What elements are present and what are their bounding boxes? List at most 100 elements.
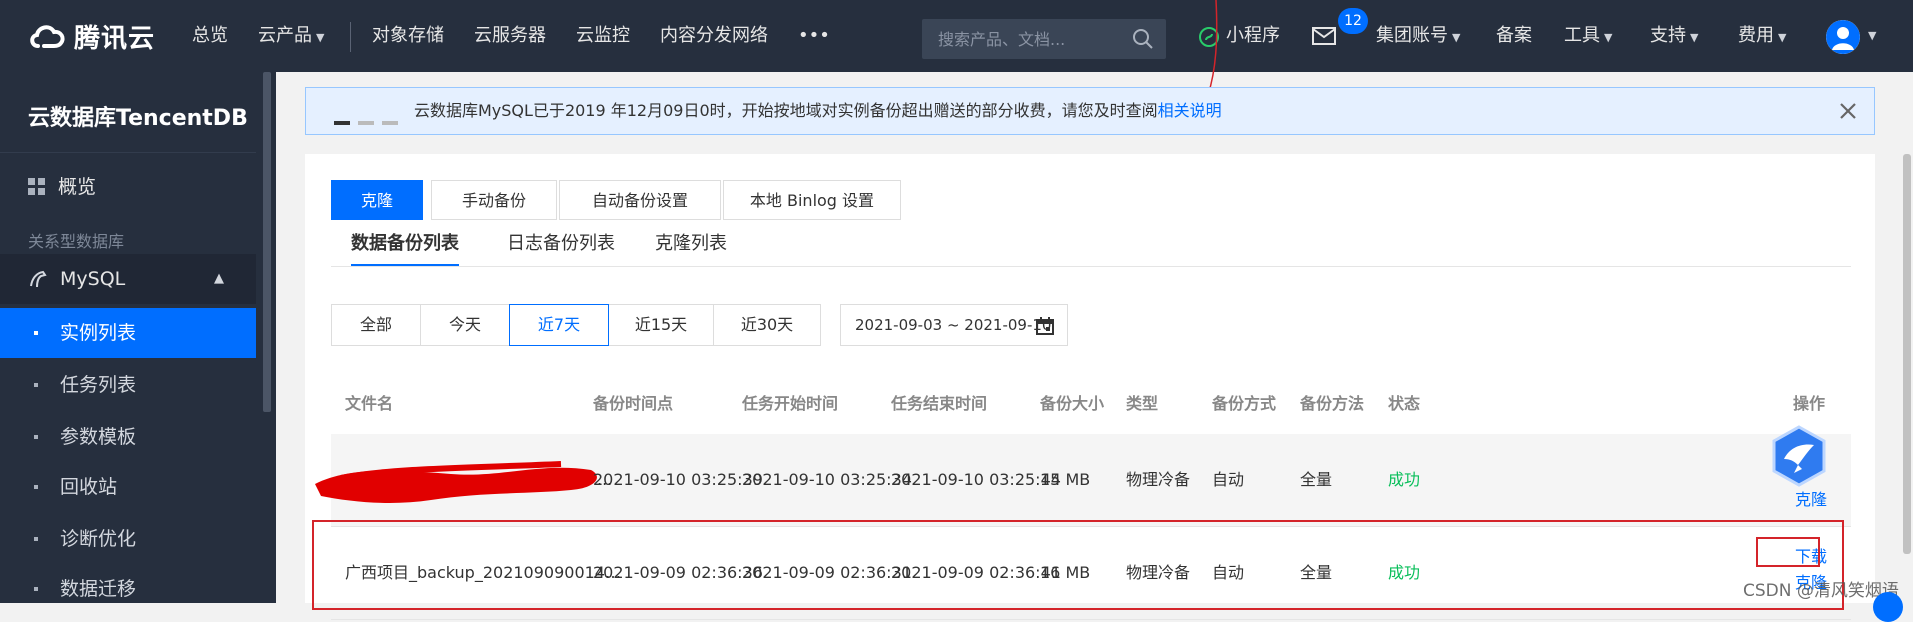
column-header: 备份时间点 xyxy=(593,394,674,413)
tencent-cloud-logo[interactable]: 腾讯云 xyxy=(28,14,155,58)
top-navigation: 腾讯云 总览 云产品 ▼ 对象存储 云服务器 云监控 内容分发网络 ••• 小程序… xyxy=(0,0,1913,72)
mail-icon[interactable] xyxy=(1312,26,1336,46)
search-input[interactable] xyxy=(922,19,1138,59)
redaction-scribble xyxy=(315,461,597,503)
nav-support[interactable]: 支持 ▼ xyxy=(1650,0,1698,72)
caret-down-icon: ▼ xyxy=(1604,31,1613,44)
brand-name: 腾讯云 xyxy=(74,23,156,54)
search-box xyxy=(922,19,1166,59)
bullet-icon xyxy=(34,331,38,335)
column-header: 备份方式 xyxy=(1212,394,1277,413)
filter-7-days[interactable]: 近7天 xyxy=(509,304,609,346)
sidebar-scrollbar[interactable] xyxy=(263,72,271,412)
date-range-value: 2021-09-03 ~ 2021-09-10 xyxy=(855,316,1052,334)
sidebar-item-label: 数据迁移 xyxy=(60,578,137,600)
table-header: 文件名 备份时间点 任务开始时间 任务结束时间 备份大小 类型 备份方式 备份方… xyxy=(331,374,1851,435)
nav-icp[interactable]: 备案 xyxy=(1496,0,1532,72)
type-cell: 物理冷备 xyxy=(1126,563,1191,582)
nav-group-account[interactable]: 集团账号 ▼ xyxy=(1376,0,1460,72)
type-cell: 物理冷备 xyxy=(1126,470,1191,489)
bullet-icon xyxy=(34,587,38,591)
carousel-indicator[interactable] xyxy=(334,110,406,129)
notice-text: 云数据库MySQL已于2019 年12月09日0时，开始按地域对实例备份超出赠送… xyxy=(414,88,1222,134)
manual-backup-button[interactable]: 手动备份 xyxy=(431,180,557,220)
filter-15-days[interactable]: 近15天 xyxy=(608,304,714,346)
auto-backup-settings-button[interactable]: 自动备份设置 xyxy=(559,180,721,220)
sidebar-section-title: 关系型数据库 xyxy=(28,232,125,251)
nav-cos[interactable]: 对象存储 xyxy=(372,0,444,72)
local-binlog-settings-button[interactable]: 本地 Binlog 设置 xyxy=(723,180,901,220)
user-icon xyxy=(1826,20,1860,54)
sidebar-item-param-templates[interactable]: 参数模板 xyxy=(0,412,256,462)
message-count-badge: 12 xyxy=(1338,8,1368,34)
notice-banner: 云数据库MySQL已于2019 年12月09日0时，开始按地域对实例备份超出赠送… xyxy=(305,87,1875,135)
sidebar-group-mysql[interactable]: MySQL ▲ xyxy=(0,254,256,304)
nav-billing[interactable]: 费用 ▼ xyxy=(1738,0,1786,72)
chevron-up-icon: ▲ xyxy=(214,271,224,286)
nav-cdn[interactable]: 内容分发网络 xyxy=(660,0,768,72)
table-row[interactable]: 广西项目_backup_2021090900141... 2021-09-09 … xyxy=(331,527,1851,620)
caret-down-icon: ▼ xyxy=(1778,31,1787,44)
nav-products[interactable]: 云产品 ▼ xyxy=(258,0,324,72)
end-time-cell: 2021-09-10 03:25:44 xyxy=(891,470,1061,489)
sidebar-item-tasks[interactable]: 任务列表 xyxy=(0,360,256,410)
start-time-cell: 2021-09-09 02:36:31 xyxy=(742,563,912,582)
sidebar-item-instances[interactable]: 实例列表 xyxy=(0,308,256,358)
caret-down-icon: ▼ xyxy=(316,31,325,44)
caret-down-icon: ▼ xyxy=(1452,31,1461,44)
tab-clones[interactable]: 克隆列表 xyxy=(655,222,727,266)
sidebar-item-label: 概览 xyxy=(58,176,97,198)
floating-assistant-icon[interactable] xyxy=(1768,425,1830,487)
download-link[interactable]: 下载 xyxy=(1795,543,1827,567)
calendar-icon xyxy=(1036,317,1054,335)
sidebar: 云数据库TencentDB 概览 关系型数据库 MySQL ▲ 实例列表 任务列… xyxy=(0,72,256,603)
sidebar-item-label: 诊断优化 xyxy=(60,528,137,550)
nav-divider xyxy=(350,22,351,52)
search-icon[interactable] xyxy=(1132,28,1154,50)
sidebar-item-overview[interactable]: 概览 xyxy=(28,162,96,212)
filter-30-days[interactable]: 近30天 xyxy=(713,304,821,346)
backup-time-cell: 2021-09-09 02:36:36 xyxy=(593,563,763,582)
sidebar-item-migration[interactable]: 数据迁移 xyxy=(0,564,256,614)
caret-down-icon[interactable]: ▼ xyxy=(1868,0,1876,72)
nav-tools[interactable]: 工具 ▼ xyxy=(1564,0,1612,72)
bullet-icon xyxy=(34,383,38,387)
grid-icon xyxy=(28,178,45,195)
status-badge: 成功 xyxy=(1388,470,1421,489)
nav-overview[interactable]: 总览 xyxy=(192,0,228,72)
column-header: 任务开始时间 xyxy=(742,394,839,413)
scrollbar-thumb[interactable] xyxy=(1903,154,1911,554)
sidebar-item-diagnosis[interactable]: 诊断优化 xyxy=(0,514,256,564)
nav-more[interactable]: ••• xyxy=(798,0,830,72)
column-header: 备份方法 xyxy=(1300,394,1365,413)
corner-help-icon[interactable] xyxy=(1873,592,1903,622)
end-time-cell: 2021-09-09 02:36:41 xyxy=(891,563,1061,582)
column-header: 状态 xyxy=(1388,394,1421,413)
nav-monitor[interactable]: 云监控 xyxy=(576,0,630,72)
clone-link[interactable]: 克隆 xyxy=(1795,486,1827,510)
nav-tools-label: 工具 xyxy=(1564,25,1600,46)
close-icon[interactable] xyxy=(1838,101,1858,121)
mini-program-link[interactable]: 小程序 xyxy=(1226,0,1280,72)
filter-today[interactable]: 今天 xyxy=(420,304,510,346)
clone-button[interactable]: 克隆 xyxy=(331,180,423,220)
nav-cvm[interactable]: 云服务器 xyxy=(474,0,546,72)
backup-tabs: 数据备份列表 日志备份列表 克隆列表 xyxy=(331,222,1851,267)
date-range-picker[interactable]: 2021-09-03 ~ 2021-09-10 xyxy=(840,304,1068,346)
table-row[interactable]: ... 2021-09-10 03:25:39 2021-09-10 03:25… xyxy=(315,434,1851,527)
column-header: 类型 xyxy=(1126,394,1159,413)
notice-message: 云数据库MySQL已于2019 年12月09日0时，开始按地域对实例备份超出赠送… xyxy=(414,101,1158,120)
avatar[interactable] xyxy=(1826,20,1860,54)
bullet-icon xyxy=(34,537,38,541)
sidebar-item-recycle-bin[interactable]: 回收站 xyxy=(0,462,256,512)
nav-support-label: 支持 xyxy=(1650,25,1686,46)
mysql-dolphin-icon xyxy=(30,270,47,288)
tab-log-backups[interactable]: 日志备份列表 xyxy=(507,222,615,266)
mini-program-icon[interactable] xyxy=(1198,26,1220,48)
nav-products-label: 云产品 xyxy=(258,25,312,46)
filter-all[interactable]: 全部 xyxy=(331,304,421,346)
page-scrollbar[interactable] xyxy=(1901,154,1913,603)
notice-link[interactable]: 相关说明 xyxy=(1158,101,1222,120)
tab-data-backups[interactable]: 数据备份列表 xyxy=(351,222,459,266)
size-cell: 16 MB xyxy=(1040,563,1091,582)
